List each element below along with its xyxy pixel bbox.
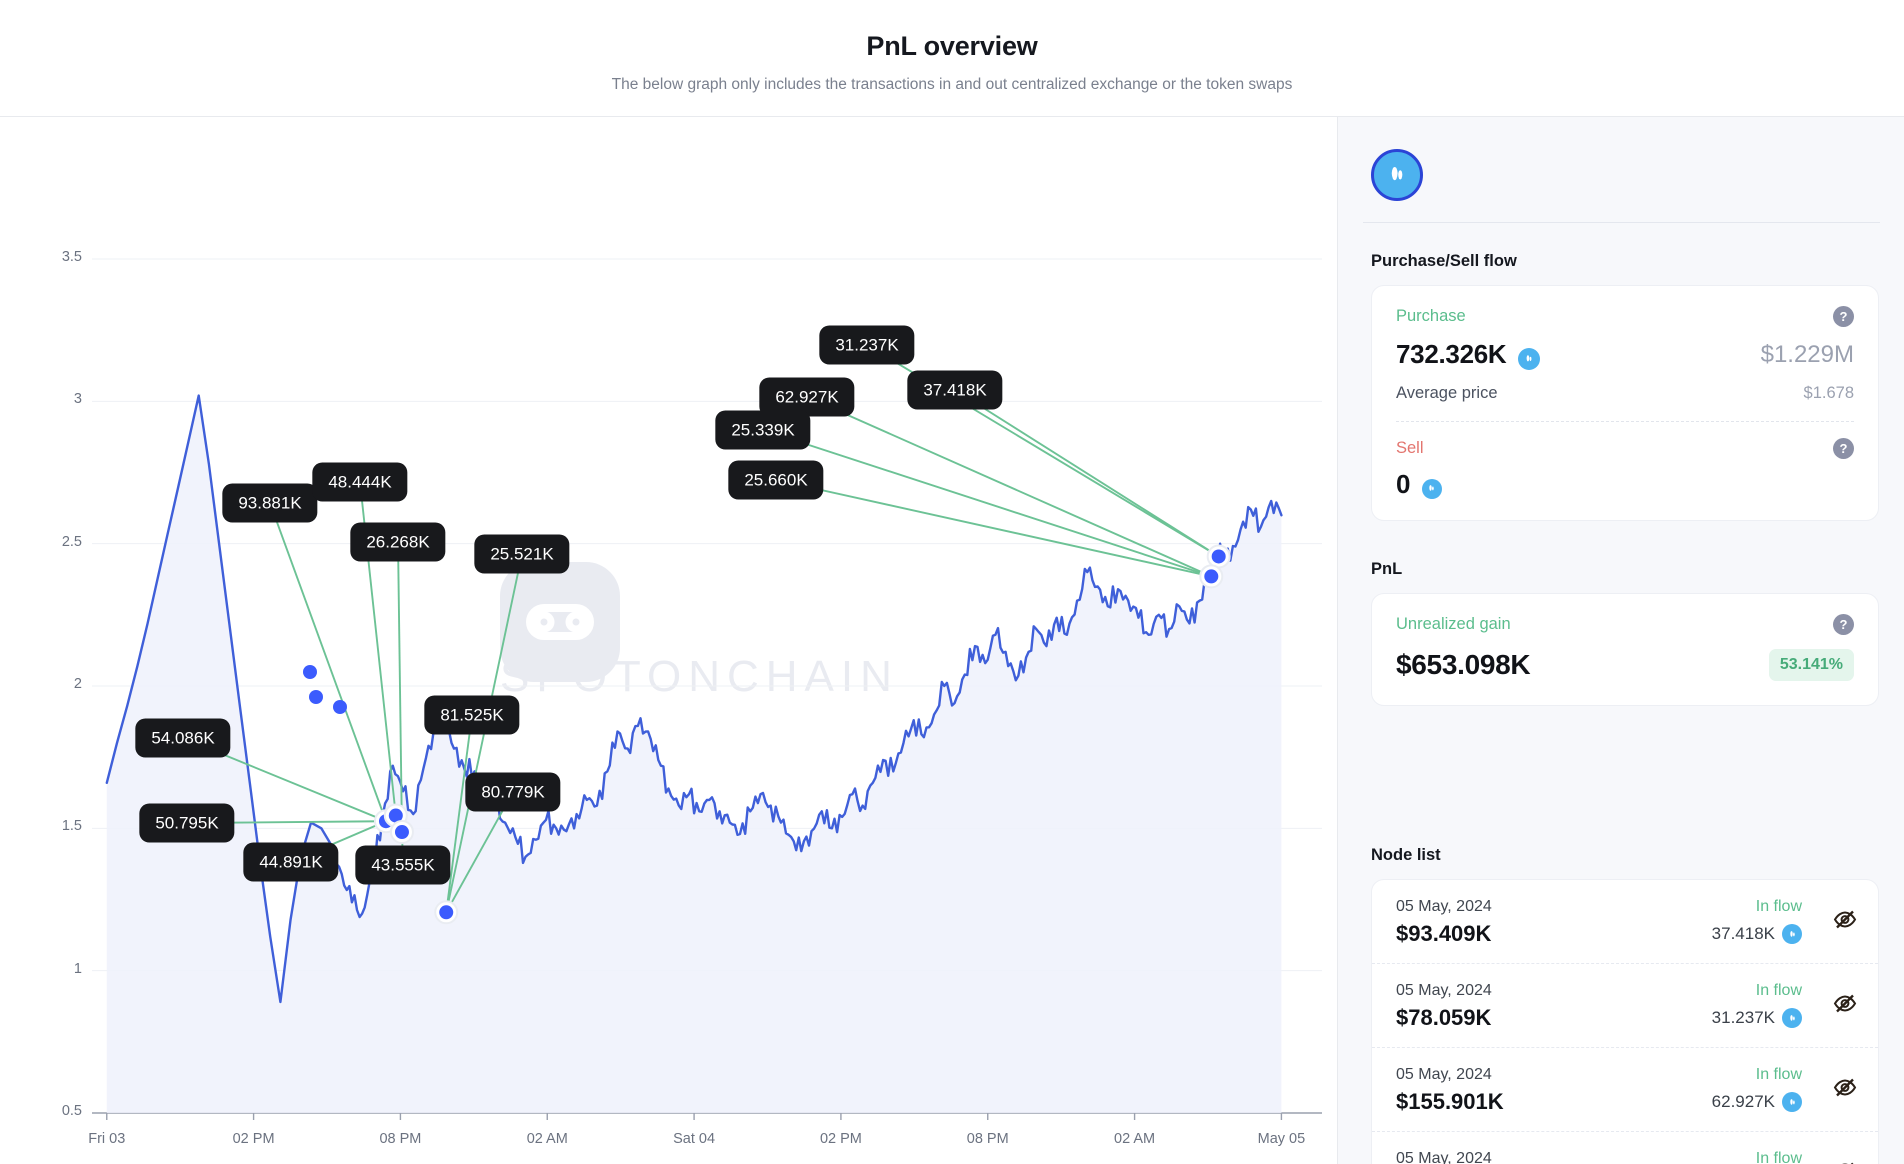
hide-node-icon[interactable] — [1832, 906, 1858, 937]
y-axis-tick: 0.5 — [61, 1103, 82, 1119]
node-list-item[interactable]: 05 May, 2024 In flow $78.059K 31.237K — [1372, 963, 1878, 1047]
y-axis-tick: 2.5 — [61, 533, 82, 550]
value-bubble[interactable]: 48.444K — [312, 462, 408, 502]
node-flow-type: In flow — [1755, 1150, 1802, 1164]
y-axis-tick: 1.5 — [61, 818, 82, 835]
purchase-header-row: Purchase ? — [1396, 306, 1854, 327]
value-bubble[interactable]: 25.339K — [715, 410, 811, 450]
page-title: PnL overview — [866, 30, 1038, 61]
hide-node-icon[interactable] — [1832, 990, 1858, 1021]
purchase-amount: 732.326K — [1396, 339, 1507, 369]
pnl-chart[interactable]: SPOTONCHAIN 3.5 3 2.5 2 1.5 1 0.5 Fri 03 02 PM 0… — [0, 117, 1337, 1147]
node-usd-value: $78.059K — [1396, 1005, 1492, 1030]
unrealized-gain-value: $653.098K — [1396, 649, 1531, 680]
chart-svg — [92, 258, 1322, 1120]
node-flow-type: In flow — [1755, 898, 1802, 915]
x-axis-tick: May 05 — [1257, 1131, 1306, 1147]
average-price-value: $1.678 — [1803, 384, 1854, 402]
node-token-amount: 62.927K — [1712, 1092, 1802, 1112]
pnl-overview-page: PnL overview The below graph only includ… — [0, 0, 1904, 1164]
x-axis-tick: 08 PM — [966, 1131, 1009, 1147]
sell-amount: 0 — [1396, 469, 1411, 499]
gain-percent-badge: 53.141% — [1768, 649, 1854, 681]
value-bubble[interactable]: 25.660K — [728, 460, 824, 500]
token-icon — [1517, 347, 1540, 370]
x-axis-tick: Sat 04 — [673, 1131, 716, 1147]
y-axis-tick: 3 — [73, 391, 82, 408]
sell-header-row: Sell ? — [1396, 438, 1854, 459]
node-flow-type: In flow — [1755, 1066, 1802, 1083]
x-axis-tick: 02 PM — [232, 1131, 275, 1147]
purchase-sell-flow-card: Purchase ? 732.326K $1.229M Average pric… — [1371, 285, 1879, 521]
value-bubble[interactable]: 54.086K — [135, 718, 231, 758]
pnl-section-title: PnL — [1371, 560, 1403, 578]
node-date: 05 May, 2024 — [1396, 898, 1492, 915]
sidebar-divider — [1363, 222, 1880, 223]
sell-label: Sell — [1396, 439, 1424, 457]
value-bubble[interactable]: 25.521K — [474, 534, 570, 574]
value-bubble[interactable]: 43.555K — [355, 845, 451, 885]
y-axis-tick: 2 — [73, 676, 82, 692]
chart-pane: SPOTONCHAIN 3.5 3 2.5 2 1.5 1 0.5 Fri 03 02 PM 0… — [0, 117, 1337, 1164]
sell-amount-row: 0 — [1396, 469, 1854, 500]
value-bubble[interactable]: 80.779K — [465, 772, 561, 812]
node-flow-type: In flow — [1755, 982, 1802, 999]
value-bubble[interactable]: 37.418K — [907, 370, 1003, 410]
node-usd-value: $155.901K — [1396, 1089, 1504, 1114]
page-header: PnL overview The below graph only includ… — [0, 0, 1904, 117]
node-usd-value: $93.409K — [1396, 921, 1492, 946]
help-icon[interactable]: ? — [1833, 614, 1854, 635]
x-axis-tick: Fri 03 — [88, 1131, 126, 1147]
value-bubble[interactable]: 44.891K — [243, 842, 339, 882]
node-list-title: Node list — [1371, 846, 1441, 864]
node-list-item[interactable]: 05 May, 2024 In flow $62.205K 25.339K — [1372, 1131, 1878, 1164]
page-subtitle: The below graph only includes the transa… — [611, 75, 1293, 93]
x-axis-tick: 02 PM — [819, 1131, 862, 1147]
y-axis-tick: 3.5 — [61, 249, 82, 265]
card-separator — [1396, 421, 1854, 422]
x-axis-tick: 08 PM — [379, 1131, 422, 1147]
node-list-item[interactable]: 05 May, 2024 In flow $155.901K 62.927K — [1372, 1047, 1878, 1131]
pnl-card: Unrealized gain ? $653.098K 53.141% — [1371, 593, 1879, 706]
purchase-label: Purchase — [1396, 307, 1466, 325]
token-icon — [1782, 1092, 1802, 1112]
help-icon[interactable]: ? — [1833, 306, 1854, 327]
node-date: 05 May, 2024 — [1396, 982, 1492, 999]
x-axis-tick: 02 AM — [1114, 1131, 1156, 1147]
details-sidebar: Purchase/Sell flow Purchase ? 732.326K $… — [1337, 117, 1904, 1164]
node-token-amount: 31.237K — [1712, 1008, 1802, 1028]
hide-node-icon[interactable] — [1832, 1074, 1858, 1105]
y-axis-tick: 1 — [73, 960, 82, 977]
unrealized-gain-row: $653.098K 53.141% — [1396, 649, 1854, 681]
value-bubble[interactable]: 93.881K — [222, 483, 318, 523]
purchase-usd: $1.229M — [1760, 340, 1854, 368]
node-list: 05 May, 2024 In flow $93.409K 37.418K 05… — [1371, 879, 1879, 1164]
node-date: 05 May, 2024 — [1396, 1066, 1492, 1083]
page-body: SPOTONCHAIN 3.5 3 2.5 2 1.5 1 0.5 Fri 03 02 PM 0… — [0, 117, 1904, 1164]
unrealized-gain-label: Unrealized gain — [1396, 615, 1511, 633]
token-icon — [1371, 149, 1423, 201]
node-date: 05 May, 2024 — [1396, 1150, 1492, 1164]
token-icon — [1782, 1008, 1802, 1028]
hide-node-icon[interactable] — [1832, 1158, 1858, 1164]
unrealized-gain-header: Unrealized gain ? — [1396, 614, 1854, 635]
value-bubble[interactable]: 81.525K — [424, 695, 520, 735]
help-icon[interactable]: ? — [1833, 438, 1854, 459]
node-list-item[interactable]: 05 May, 2024 In flow $93.409K 37.418K — [1372, 880, 1878, 963]
average-price-row: Average price $1.678 — [1396, 384, 1854, 403]
purchase-amount-row: 732.326K $1.229M — [1396, 339, 1854, 370]
average-price-label: Average price — [1396, 384, 1498, 402]
token-icon — [1782, 924, 1802, 944]
value-bubble[interactable]: 31.237K — [819, 325, 915, 365]
token-avatar[interactable] — [1371, 149, 1423, 201]
purchase-sell-flow-title: Purchase/Sell flow — [1371, 252, 1517, 270]
value-bubble[interactable]: 26.268K — [350, 522, 446, 562]
value-bubble[interactable]: 50.795K — [139, 803, 235, 843]
x-axis-tick: 02 AM — [526, 1131, 568, 1147]
node-token-amount: 37.418K — [1712, 924, 1802, 944]
token-icon — [1421, 478, 1442, 499]
